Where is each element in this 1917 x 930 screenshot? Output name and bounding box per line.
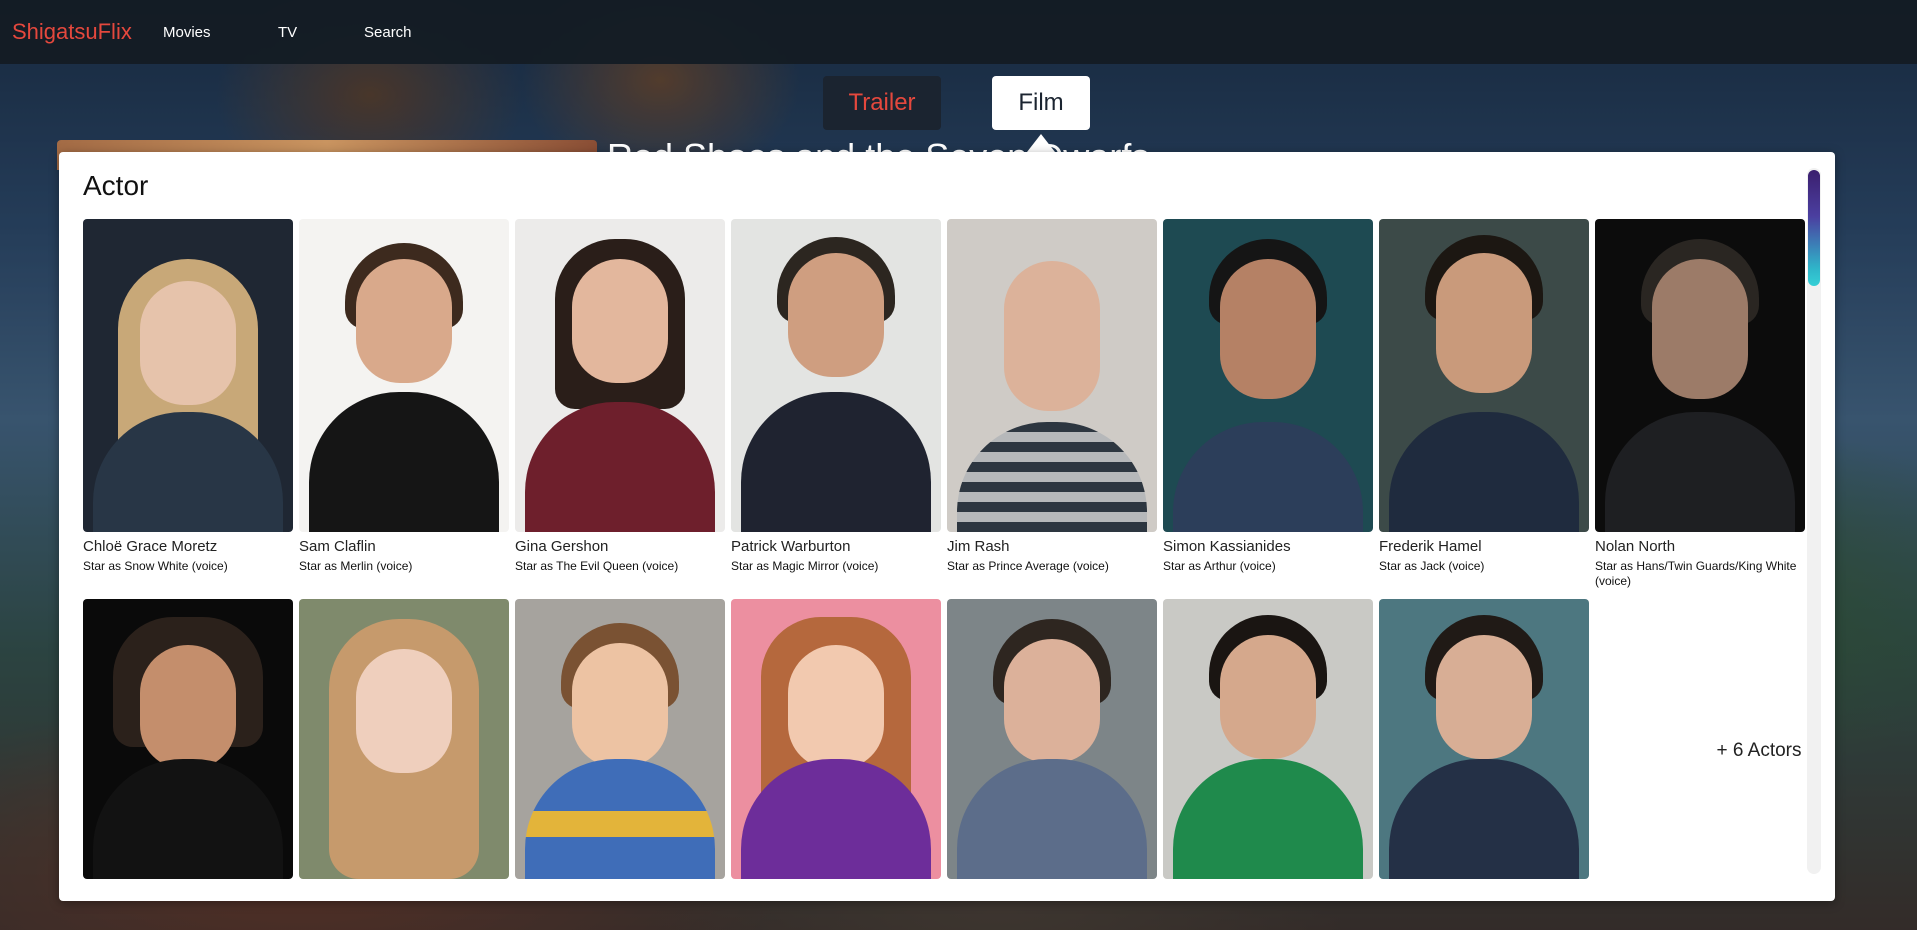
nav-movies[interactable]: Movies bbox=[163, 24, 211, 41]
actor-name: Patrick Warburton bbox=[731, 538, 851, 555]
actor-photo bbox=[947, 219, 1157, 532]
actor-name: Jim Rash bbox=[947, 538, 1010, 555]
panel-heading: Actor bbox=[83, 170, 149, 201]
actor-name: Nolan North bbox=[1595, 538, 1676, 555]
actor-role: Star as The Evil Queen (voice) bbox=[515, 559, 679, 573]
actor-photo bbox=[1379, 219, 1589, 532]
actor-name: Simon Kassianides bbox=[1163, 538, 1291, 555]
actor-name: Gina Gershon bbox=[515, 538, 609, 555]
actor-photo bbox=[731, 219, 941, 532]
actor-card[interactable] bbox=[83, 599, 293, 879]
actor-photo bbox=[515, 219, 725, 532]
actor-photo bbox=[83, 219, 293, 532]
navbar: ShigatsuFlix Movies TV Search bbox=[0, 0, 1917, 64]
nav-search[interactable]: Search bbox=[364, 24, 412, 41]
actor-card[interactable]: Jim Rash Star as Prince Average (voice) bbox=[947, 219, 1157, 574]
brand-logo[interactable]: ShigatsuFlix bbox=[12, 19, 162, 45]
movie-title: Red Shoes and the Seven Dwarfs bbox=[607, 136, 1149, 152]
tab-trailer[interactable]: Trailer bbox=[823, 76, 941, 130]
actor-card[interactable] bbox=[515, 599, 725, 879]
actor-card[interactable]: Patrick Warburton Star as Magic Mirror (… bbox=[731, 219, 941, 574]
actor-card[interactable] bbox=[1379, 599, 1589, 879]
tab-film[interactable]: Film bbox=[992, 76, 1090, 130]
actor-name: Sam Claflin bbox=[299, 538, 376, 555]
actor-panel: Actor Chloë Grace Moretz Star as Snow Wh… bbox=[59, 152, 1835, 901]
scrollbar-thumb[interactable] bbox=[1808, 170, 1820, 286]
actor-role: Star as Hans/Twin Guards/King White (voi… bbox=[1595, 559, 1797, 588]
actor-photo bbox=[299, 599, 509, 879]
actor-photo bbox=[1163, 599, 1373, 879]
actor-name: Frederik Hamel bbox=[1379, 538, 1482, 555]
actor-photo bbox=[299, 219, 509, 532]
tab-pointer bbox=[1027, 134, 1055, 152]
actor-role: Star as Jack (voice) bbox=[1379, 559, 1485, 573]
actor-photo bbox=[1595, 219, 1805, 532]
actor-card[interactable] bbox=[731, 599, 941, 879]
actor-photo bbox=[1379, 599, 1589, 879]
actor-name: Chloë Grace Moretz bbox=[83, 538, 218, 555]
actor-role: Star as Arthur (voice) bbox=[1163, 559, 1276, 573]
actor-role: Star as Merlin (voice) bbox=[299, 559, 413, 573]
actor-card[interactable] bbox=[1163, 599, 1373, 879]
actor-role: Star as Magic Mirror (voice) bbox=[731, 559, 879, 573]
actor-card[interactable]: Frederik Hamel Star as Jack (voice) bbox=[1379, 219, 1589, 574]
actor-card[interactable] bbox=[947, 599, 1157, 879]
actor-photo bbox=[83, 599, 293, 879]
actor-card[interactable]: Simon Kassianides Star as Arthur (voice) bbox=[1163, 219, 1373, 574]
actor-photo bbox=[947, 599, 1157, 879]
actor-card[interactable]: Sam Claflin Star as Merlin (voice) bbox=[299, 219, 509, 574]
actor-role: Star as Prince Average (voice) bbox=[947, 559, 1109, 573]
actor-photo bbox=[1163, 219, 1373, 532]
actor-card[interactable]: Chloë Grace Moretz Star as Snow White (v… bbox=[83, 219, 293, 574]
actor-card[interactable] bbox=[299, 599, 509, 879]
actor-photo bbox=[731, 599, 941, 879]
actor-card[interactable]: Nolan North Star as Hans/Twin Guards/Kin… bbox=[1595, 219, 1805, 589]
actor-photo bbox=[515, 599, 725, 879]
nav-tv[interactable]: TV bbox=[278, 24, 297, 41]
actor-card[interactable]: Gina Gershon Star as The Evil Queen (voi… bbox=[515, 219, 725, 574]
actor-role: Star as Snow White (voice) bbox=[83, 559, 228, 573]
